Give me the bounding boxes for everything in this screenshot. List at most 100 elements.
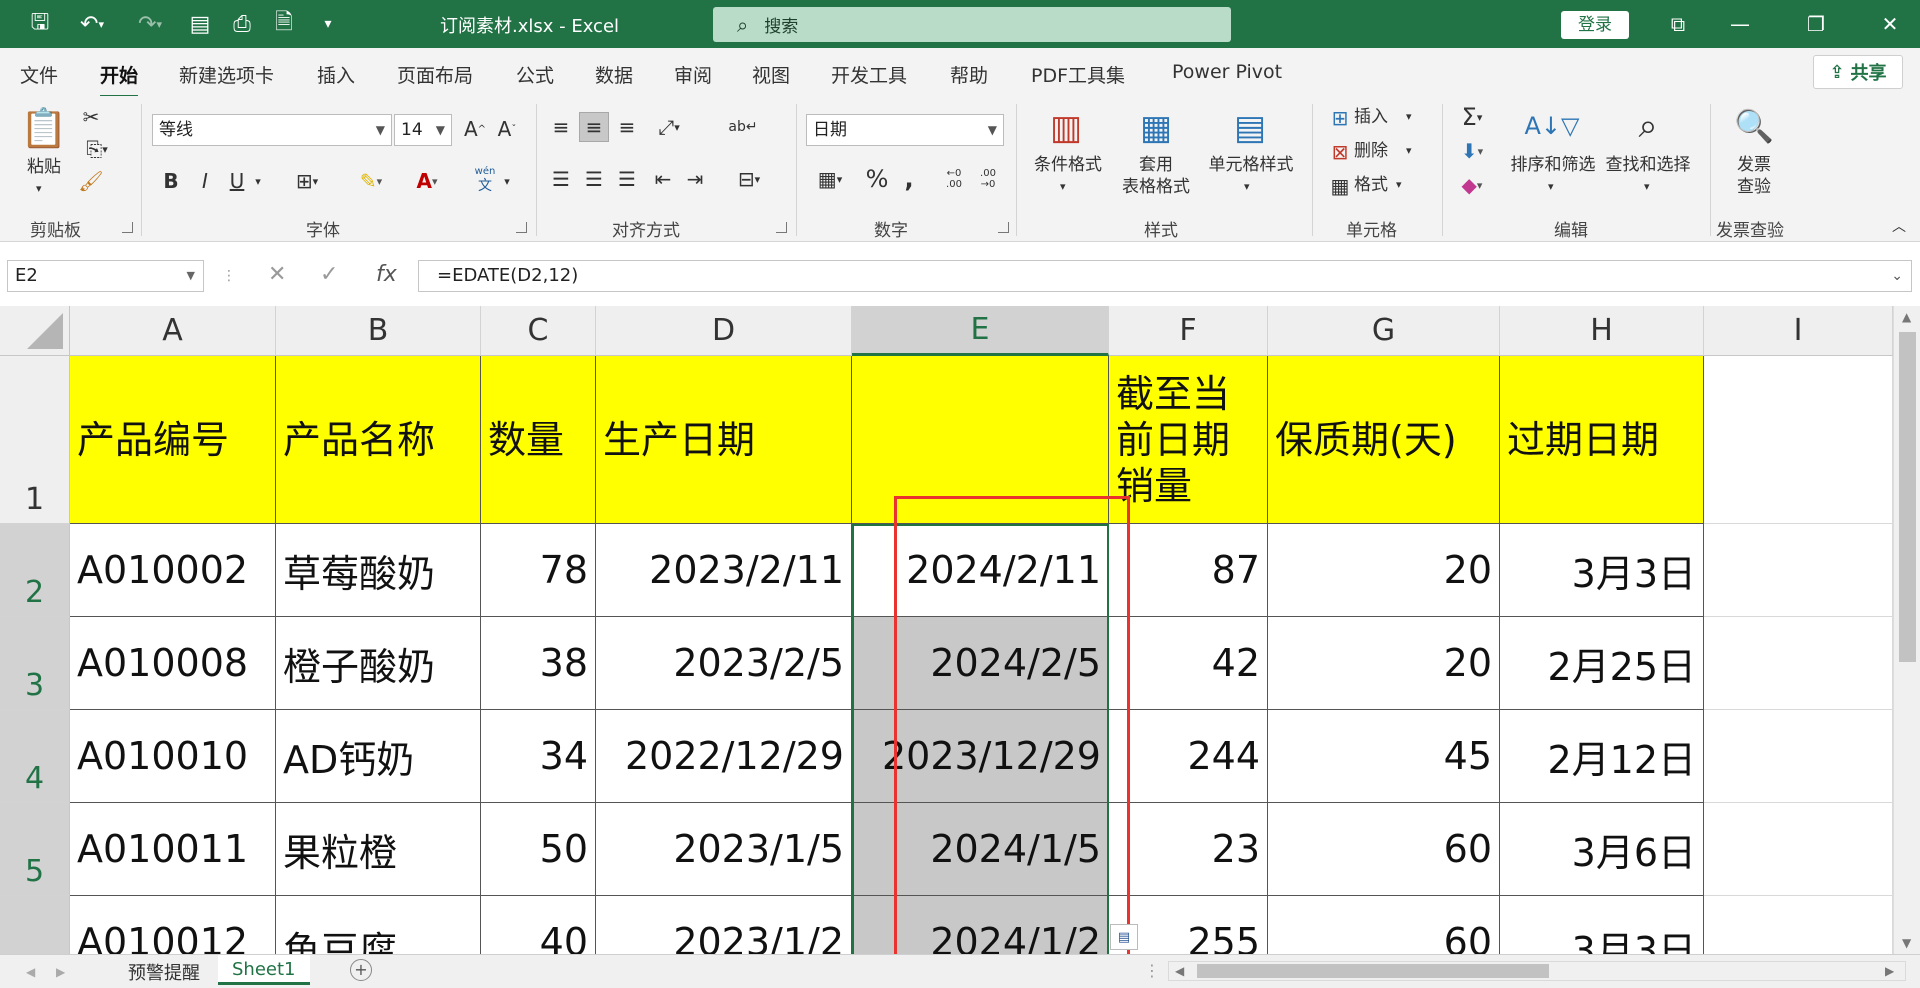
cell-b5[interactable]: 果粒橙 [276,803,481,896]
column-header-d[interactable]: D [596,306,852,356]
cell-styles-dropdown-icon[interactable]: ▾ [1244,176,1250,198]
tab-help[interactable]: 帮助 [950,61,988,88]
row-header-4[interactable]: 4 [0,710,70,803]
cell-h5[interactable]: 3月6日 [1500,803,1704,896]
bold-icon[interactable]: B [158,166,184,196]
cell-c2[interactable]: 78 [481,524,596,617]
fill-color-icon[interactable]: ✎ ▾ [348,166,394,196]
orientation-icon[interactable]: ⤢ ▾ [648,112,690,142]
more-options-icon[interactable]: ⋮ [222,268,236,284]
delete-dropdown-icon[interactable]: ▾ [1406,140,1412,162]
vertical-scroll-thumb[interactable] [1899,332,1916,662]
cell-d5[interactable]: 2023/1/5 [596,803,852,896]
header-cell-product-id[interactable]: 产品编号 [70,356,276,524]
cell-e2[interactable]: 2024/2/11 [852,524,1109,617]
cell-c5[interactable]: 50 [481,803,596,896]
tab-formulas[interactable]: 公式 [516,61,554,88]
restore-icon[interactable]: ❐ [1792,8,1840,40]
invoice-check-label-1[interactable]: 发票 [1734,154,1774,176]
cell-a6[interactable]: A010012 [70,896,276,954]
insert-cells-icon[interactable]: ⊞ [1326,104,1354,132]
align-right-icon[interactable]: ☰ [612,164,642,194]
merge-center-icon[interactable]: ⊟ ▾ [724,164,774,194]
sort-filter-dropdown-icon[interactable]: ▾ [1548,176,1554,198]
cell-i1[interactable] [1704,356,1893,524]
cell-a3[interactable]: A010008 [70,617,276,710]
cut-icon[interactable]: ✂ [78,104,104,130]
sort-filter-label[interactable]: 排序和筛选 [1506,154,1600,176]
cell-d6[interactable]: 2023/1/2 [596,896,852,954]
export-icon[interactable]: 🗎 [268,8,300,40]
invoice-check-label-2[interactable]: 查验 [1734,176,1774,198]
tab-developer[interactable]: 开发工具 [831,61,907,88]
cell-f5[interactable]: 23 [1109,803,1268,896]
clear-icon[interactable]: ◆ ▾ [1450,170,1494,200]
sort-filter-icon[interactable]: A↓▽ [1525,104,1580,148]
italic-icon[interactable]: I [192,166,218,196]
cell-styles-icon[interactable]: ▤ [1228,106,1272,150]
column-header-f[interactable]: F [1109,306,1268,356]
cell-i4[interactable] [1704,710,1893,803]
format-as-table-icon[interactable]: ▦ [1134,106,1178,150]
tab-pdf-tools[interactable]: PDF工具集 [1031,61,1125,88]
font-size-select[interactable]: 14 ▼ [394,114,452,146]
tab-page-layout[interactable]: 页面布局 [397,61,473,88]
font-color-icon[interactable]: A ▾ [404,166,450,196]
cell-g3[interactable]: 20 [1268,617,1500,710]
cell-c4[interactable]: 34 [481,710,596,803]
header-cell-e[interactable] [852,356,1109,524]
insert-dropdown-icon[interactable]: ▾ [1406,106,1412,128]
worksheet-grid[interactable]: A B C D E F G H I 1 2 3 4 5 产品编号 产品名称 数量… [0,306,1920,954]
paste-label[interactable]: 粘贴 [22,156,66,178]
cell-i6[interactable] [1704,896,1893,954]
wrap-text-icon[interactable]: ab↵ [728,112,758,142]
quick-analysis-icon[interactable]: ▤ [1110,924,1138,950]
cell-h2[interactable]: 3月3日 [1500,524,1704,617]
increase-decimal-icon[interactable]: ←0.00 [938,162,970,196]
split-handle-icon[interactable]: ⋮ [1144,961,1160,980]
alignment-launcher-icon[interactable] [776,222,787,233]
collapse-ribbon-icon[interactable]: ︿ [1886,216,1912,236]
column-header-b[interactable]: B [276,306,481,356]
next-sheet-icon[interactable]: ▶ [56,965,65,979]
redo-icon[interactable]: ↷ ▾ [126,8,174,40]
conditional-format-dropdown-icon[interactable]: ▾ [1060,176,1066,198]
cell-styles-label[interactable]: 单元格样式 [1204,154,1298,176]
name-box[interactable]: E2 ▼ [7,260,204,292]
cell-f3[interactable]: 42 [1109,617,1268,710]
scroll-up-icon[interactable]: ▲ [1902,310,1911,324]
increase-indent-icon[interactable]: ⇥ [680,164,710,194]
cell-c6[interactable]: 40 [481,896,596,954]
invoice-check-icon[interactable]: 🔍 [1730,104,1778,148]
sheet-tab-sheet1[interactable]: Sheet1 [218,955,310,985]
format-dropdown-icon[interactable]: ▾ [1396,174,1402,196]
delete-cells-icon[interactable]: ⊠ [1326,138,1354,166]
cell-i5[interactable] [1704,803,1893,896]
row-header-3[interactable]: 3 [0,617,70,710]
print-preview-icon[interactable]: ⎙ [226,8,258,40]
increase-font-icon[interactable]: A ^ [460,114,490,144]
share-button[interactable]: ⇪ 共享 [1813,55,1903,89]
paste-dropdown-icon[interactable]: ▾ [36,178,42,200]
cell-e5[interactable]: 2024/1/5 [852,803,1109,896]
cell-a5[interactable]: A010011 [70,803,276,896]
cell-i2[interactable] [1704,524,1893,617]
column-header-g[interactable]: G [1268,306,1500,356]
format-cells-label[interactable]: 格式 [1354,174,1388,196]
conditional-format-label[interactable]: 条件格式 [1026,154,1110,176]
conditional-format-icon[interactable]: ▥ [1044,106,1088,150]
align-left-icon[interactable]: ☰ [546,164,576,194]
cell-f2[interactable]: 87 [1109,524,1268,617]
column-header-c[interactable]: C [481,306,596,356]
row-header-2[interactable]: 2 [0,524,70,617]
format-cells-icon[interactable]: ▦ [1326,172,1354,200]
cell-g5[interactable]: 60 [1268,803,1500,896]
insert-cells-label[interactable]: 插入 [1354,106,1388,128]
cell-a2[interactable]: A010002 [70,524,276,617]
undo-icon[interactable]: ↶ ▾ [68,8,116,40]
cell-f4[interactable]: 244 [1109,710,1268,803]
underline-icon[interactable]: U [224,166,250,196]
cell-g2[interactable]: 20 [1268,524,1500,617]
number-launcher-icon[interactable] [998,222,1009,233]
cell-e4[interactable]: 2023/12/29 [852,710,1109,803]
